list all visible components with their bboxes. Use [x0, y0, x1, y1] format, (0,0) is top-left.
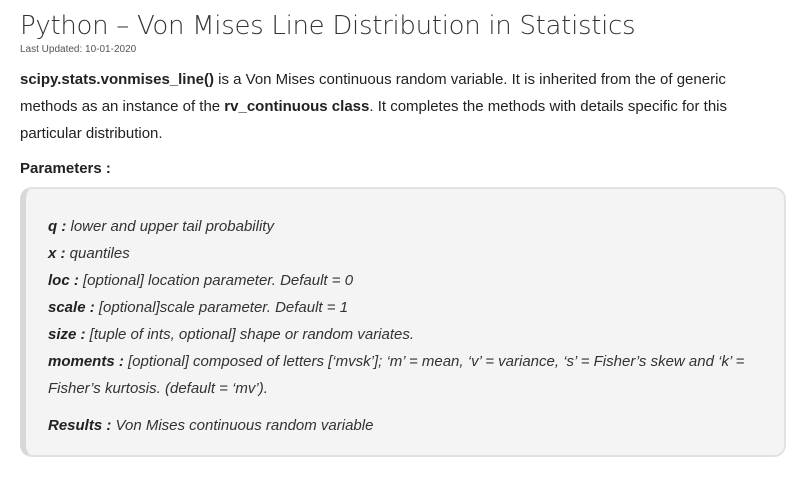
- intro-paragraph: scipy.stats.vonmises_line() is a Von Mis…: [20, 66, 780, 147]
- param-scale: scale : [optional]scale parameter. Defau…: [48, 294, 764, 321]
- function-name: scipy.stats.vonmises_line(): [20, 71, 214, 88]
- param-desc: [optional] location parameter. Default =…: [78, 272, 354, 289]
- param-key: size :: [48, 326, 86, 343]
- page-title: Python – Von Mises Line Distribution in …: [20, 11, 636, 41]
- param-loc: loc : [optional] location parameter. Def…: [48, 267, 764, 294]
- article: Python – Von Mises Line Distribution in …: [20, 8, 790, 179]
- param-moments: moments : [optional] composed of letters…: [48, 348, 764, 402]
- param-desc: [tuple of ints, optional] shape or rando…: [85, 326, 415, 343]
- param-desc: [optional]scale parameter. Default = 1: [94, 299, 349, 316]
- param-desc: lower and upper tail probability: [66, 218, 274, 235]
- param-key: scale :: [48, 299, 95, 316]
- param-key: x :: [48, 245, 66, 262]
- param-desc: quantiles: [65, 245, 130, 262]
- param-size: size : [tuple of ints, optional] shape o…: [48, 321, 764, 348]
- parameters-box: q : lower and upper tail probability x :…: [20, 187, 786, 457]
- param-key: q :: [48, 218, 67, 235]
- parameters-heading: Parameters :: [20, 160, 111, 177]
- param-q: q : lower and upper tail probability: [48, 213, 764, 240]
- results-desc: Von Mises continuous random variable: [111, 417, 374, 434]
- param-desc: [optional] composed of letters [‘mvsk’];…: [48, 353, 745, 397]
- last-updated-date: Last Updated: 10-01-2020: [20, 44, 137, 55]
- results-key: Results :: [48, 417, 112, 434]
- param-key: loc :: [48, 272, 79, 289]
- results-line: Results : Von Mises continuous random va…: [48, 412, 764, 439]
- param-x: x : quantiles: [48, 240, 764, 267]
- param-key: moments :: [48, 353, 124, 370]
- class-name: rv_continuous class: [224, 98, 370, 115]
